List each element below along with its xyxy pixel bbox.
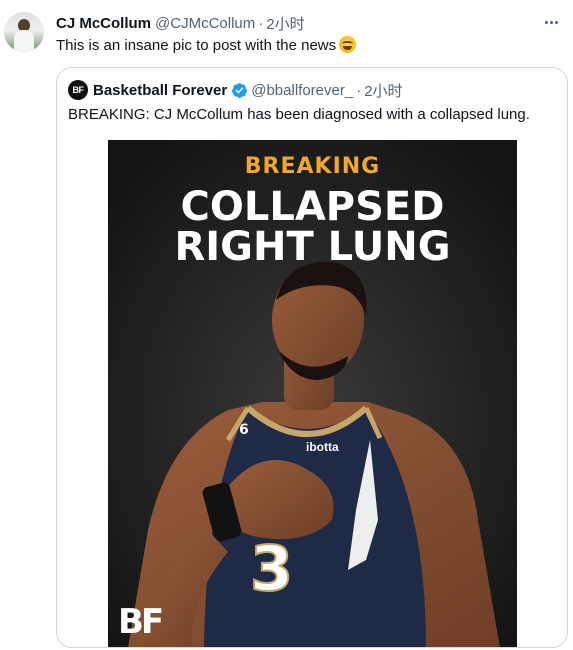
jersey-sponsor: ibotta	[306, 440, 339, 454]
poster-headline-line2: RIGHT LUNG	[174, 224, 451, 270]
tweet-timestamp[interactable]: 2小时	[266, 13, 304, 34]
tweet-header: CJ McCollum @CJMcCollum · 2小时	[56, 13, 305, 33]
separator-dot: ·	[258, 14, 264, 32]
quoted-author-name[interactable]: Basketball Forever	[93, 82, 227, 99]
quoted-tweet-image[interactable]: BREAKING COLLAPSED RIGHT LUNG 6 ibotta 3…	[108, 140, 517, 647]
quoted-tweet[interactable]: BF Basketball Forever @bballforever_ · 2…	[56, 67, 568, 648]
author-name[interactable]: CJ McCollum	[56, 15, 151, 32]
jersey-number-small: 6	[239, 422, 249, 438]
poster-tag: BREAKING	[244, 154, 381, 179]
more-horizontal-icon	[544, 20, 558, 24]
quoted-author-handle[interactable]: @bballforever_	[251, 82, 353, 99]
quoted-tweet-text: BREAKING: CJ McCollum has been diagnosed…	[68, 106, 530, 123]
avatar-body	[14, 30, 34, 52]
tweet[interactable]: CJ McCollum @CJMcCollum · 2小时 This is an…	[0, 0, 573, 650]
basketball-forever-logo: BF	[118, 602, 164, 642]
quoted-author-avatar[interactable]: BF	[68, 80, 88, 100]
quoted-tweet-timestamp[interactable]: 2小时	[364, 80, 402, 101]
tweet-text-content: This is an insane pic to post with the n…	[56, 37, 337, 54]
tweet-text: This is an insane pic to post with the n…	[56, 36, 357, 56]
author-avatar[interactable]	[4, 12, 44, 52]
poster-headline-line1: COLLAPSED	[180, 184, 445, 230]
jersey-number: 3	[249, 531, 294, 606]
author-handle[interactable]: @CJMcCollum	[155, 15, 255, 32]
separator-dot: ·	[356, 81, 362, 99]
verified-badge-icon	[232, 82, 248, 98]
quoted-tweet-header: BF Basketball Forever @bballforever_ · 2…	[68, 80, 403, 100]
grinning-face-with-sweat-icon	[339, 36, 357, 53]
more-options-button[interactable]	[539, 12, 563, 32]
